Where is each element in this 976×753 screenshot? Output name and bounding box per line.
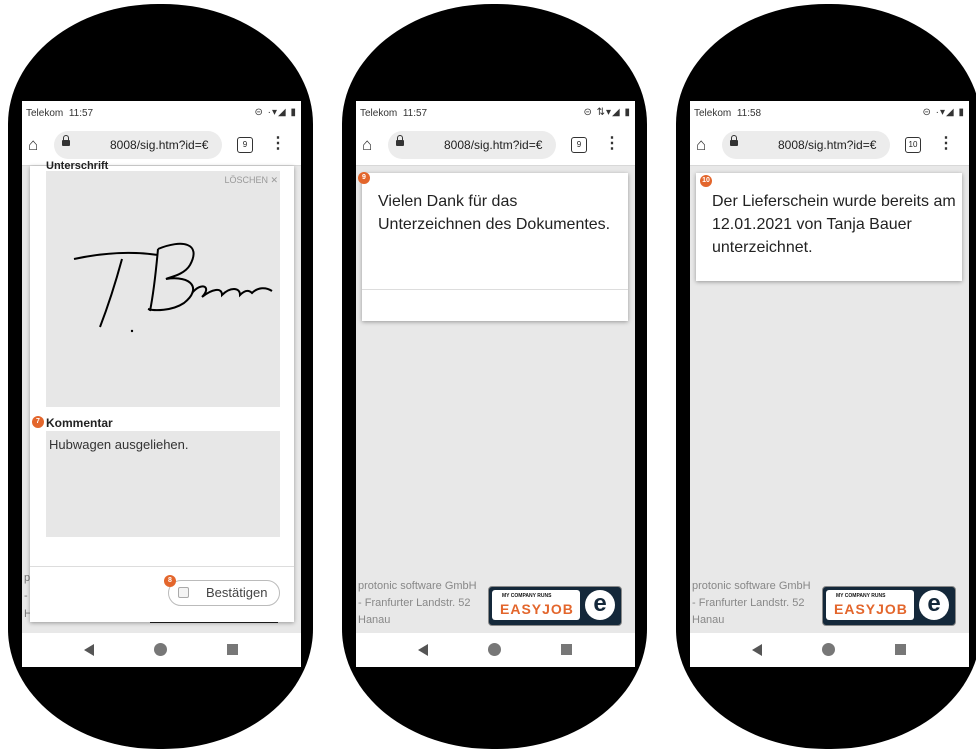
message-text: Der Lieferschein wurde bereits am 12.01.… [712,193,956,256]
recent-apps-icon[interactable] [895,644,906,655]
signature-dialog: Unterschrift LÖSCHEN ✕ 7 Kommentar Hubwa… [30,160,294,622]
recent-apps-icon[interactable] [227,644,238,655]
android-nav-bar [690,633,969,667]
easyjob-logo: MY COMPANY RUNS EASYJOB e [822,586,956,626]
status-icons: ⊝ ⇅▾◢ ▮ [583,107,631,118]
footer-line: protonic software GmbH [358,580,477,592]
more-vert-icon[interactable]: ⋮ [604,135,620,153]
logo-badge: MY COMPANY RUNS EASYJOB [826,590,914,620]
circle-home-icon[interactable] [154,643,167,656]
url-bar[interactable]: 8008/sig.htm?id=€ [722,131,890,159]
tab-count-button[interactable]: 9 [571,137,587,153]
confirm-label: Bestätigen [206,585,268,600]
circle-home-icon[interactable] [822,643,835,656]
clear-signature-button[interactable]: LÖSCHEN ✕ [224,175,278,186]
recent-apps-icon[interactable] [561,644,572,655]
logo-wordmark: EASYJOB [500,601,574,617]
signature-drawing [73,242,273,333]
page-content: Vielen Dank für das Unterzeichnen des Do… [356,166,635,633]
url-text: 8008/sig.htm?id=€ [778,138,877,152]
footer-line: protonic software GmbH [692,580,811,592]
step-marker: 10 [700,175,712,187]
carrier-time: Telekom 11:58 [694,108,762,119]
home-icon[interactable]: ⌂ [28,135,48,155]
logo-e-icon: e [585,590,615,620]
easyjob-logo: MY COMPANY RUNS EASYJOB e [488,586,622,626]
status-icons: ⊝ ·▾◢ ▮ [254,107,297,118]
comment-label: Kommentar [46,416,113,430]
back-icon[interactable] [752,644,762,656]
message-card: Der Lieferschein wurde bereits am 12.01.… [696,173,962,281]
phone-1: Telekom 11:57 ⊝ ·▾◢ ▮ ⌂ 8008/sig.htm?id=… [8,4,313,749]
tab-count-button[interactable]: 10 [905,137,921,153]
confirm-button[interactable]: Bestätigen [168,580,280,606]
page-content: p - H Unterschrift LÖSCHEN ✕ 7 Kommentar… [22,160,301,633]
footer-line: - Franfurter Landstr. 52 [358,597,471,609]
android-nav-bar [22,633,301,667]
lock-icon [730,135,738,146]
step-marker: 9 [358,172,370,184]
logo-tagline: MY COMPANY RUNS [836,593,886,599]
status-icons: ⊝ ·▾◢ ▮ [922,107,965,118]
lock-icon [396,135,404,146]
logo-tagline: MY COMPANY RUNS [502,593,552,599]
carrier-time: Telekom 11:57 [360,108,428,119]
divider [30,566,294,567]
comment-value: Hubwagen ausgeliehen. [49,437,189,452]
more-vert-icon[interactable]: ⋮ [270,135,286,153]
phone-3: Telekom 11:58 ⊝ ·▾◢ ▮ ⌂ 8008/sig.htm?id=… [676,4,976,749]
url-bar[interactable]: 8008/sig.htm?id=€ [388,131,556,159]
signature-pad[interactable]: LÖSCHEN ✕ [46,171,280,407]
phone-1-screen: Telekom 11:57 ⊝ ·▾◢ ▮ ⌂ 8008/sig.htm?id=… [22,101,301,667]
footer-line: - Franfurter Landstr. 52 [692,597,805,609]
phone-3-screen: Telekom 11:58 ⊝ ·▾◢ ▮ ⌂ 8008/sig.htm?id=… [690,101,969,667]
more-vert-icon[interactable]: ⋮ [938,135,954,153]
status-bar: Telekom 11:57 ⊝ ·▾◢ ▮ [22,101,301,125]
footer-line: Hanau [692,614,725,626]
status-bar: Telekom 11:57 ⊝ ⇅▾◢ ▮ [356,101,635,125]
phone-2: Telekom 11:57 ⊝ ⇅▾◢ ▮ ⌂ 8008/sig.htm?id=… [342,4,647,749]
company-footer: protonic software GmbH - Franfurter Land… [358,578,477,629]
message-text: Vielen Dank für das Unterzeichnen des Do… [378,193,611,233]
back-icon[interactable] [84,644,94,656]
step-marker: 8 [164,575,176,587]
phone-2-screen: Telekom 11:57 ⊝ ⇅▾◢ ▮ ⌂ 8008/sig.htm?id=… [356,101,635,667]
message-card: Vielen Dank für das Unterzeichnen des Do… [362,173,628,321]
page-content: Der Lieferschein wurde bereits am 12.01.… [690,166,969,633]
url-bar[interactable]: 8008/sig.htm?id=€ [54,131,222,159]
home-icon[interactable]: ⌂ [696,135,716,155]
step-marker: 7 [32,416,44,428]
carrier-time: Telekom 11:57 [26,108,94,119]
background-text: - [24,590,28,602]
circle-home-icon[interactable] [488,643,501,656]
divider [362,289,628,290]
android-nav-bar [356,633,635,667]
url-text: 8008/sig.htm?id=€ [444,138,543,152]
browser-toolbar: ⌂ 8008/sig.htm?id=€ 10 ⋮ [690,125,969,166]
lock-icon [62,135,70,146]
footer-line: Hanau [358,614,391,626]
home-icon[interactable]: ⌂ [362,135,382,155]
logo-e-icon: e [919,590,949,620]
checkbox-icon [178,587,189,598]
browser-toolbar: ⌂ 8008/sig.htm?id=€ 9 ⋮ [356,125,635,166]
tab-count-button[interactable]: 9 [237,137,253,153]
url-text: 8008/sig.htm?id=€ [110,138,209,152]
logo-wordmark: EASYJOB [834,601,908,617]
company-footer: protonic software GmbH - Franfurter Land… [692,578,811,629]
status-bar: Telekom 11:58 ⊝ ·▾◢ ▮ [690,101,969,125]
comment-textarea[interactable]: Hubwagen ausgeliehen. [46,431,280,537]
logo-badge: MY COMPANY RUNS EASYJOB [492,590,580,620]
back-icon[interactable] [418,644,428,656]
